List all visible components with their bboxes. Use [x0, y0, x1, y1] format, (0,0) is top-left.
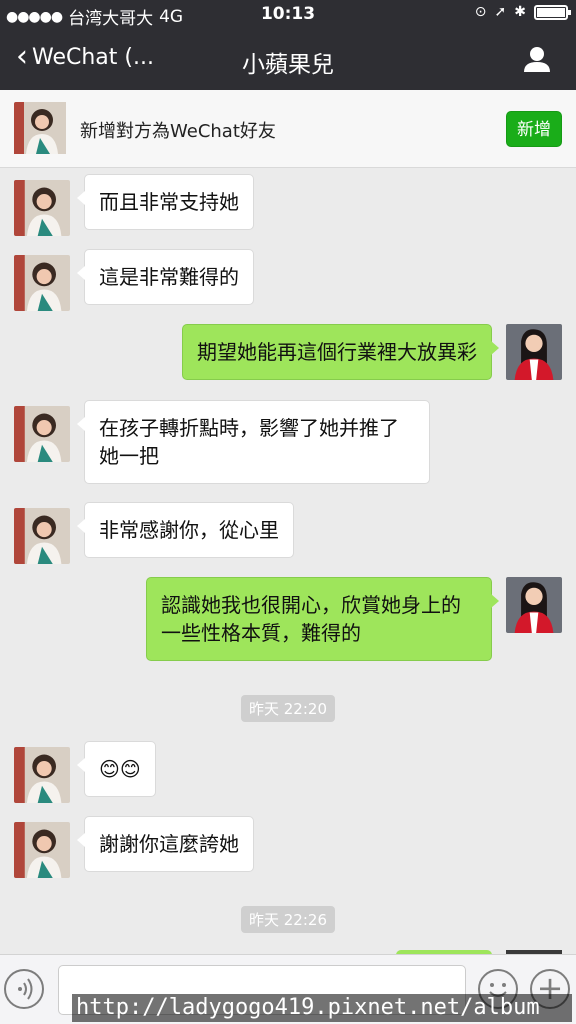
- watermark-text: http://ladygogo419.pixnet.net/album: [72, 994, 572, 1022]
- bluetooth-icon: ✱: [514, 4, 526, 20]
- location-icon: ➚: [494, 4, 507, 20]
- voice-icon[interactable]: [4, 969, 44, 1009]
- battery-icon: [534, 4, 571, 20]
- add-friend-text: 新增對方為WeChat好友: [80, 121, 276, 142]
- message-bubble[interactable]: 😊😊: [77, 741, 156, 797]
- contact-avatar[interactable]: [14, 255, 70, 311]
- contact-avatar[interactable]: [14, 822, 70, 878]
- contact-avatar[interactable]: [14, 180, 70, 236]
- contact-avatar[interactable]: [14, 406, 70, 462]
- self-avatar[interactable]: [506, 324, 562, 380]
- contact-avatar[interactable]: [14, 747, 70, 803]
- contact-avatar[interactable]: [14, 508, 70, 564]
- message-bubble[interactable]: 這是非常難得的: [77, 249, 254, 305]
- message-bubble[interactable]: 非常感謝你，從心里: [77, 502, 294, 558]
- chat-area[interactable]: 而且非常支持她 這是非常難得的 期望她能再這個行業裡大放異彩 在孩子轉折點時，影…: [0, 168, 576, 954]
- profile-icon[interactable]: [522, 44, 552, 74]
- status-bar: ●●●●● 台湾大哥大 4G 10:13 ⊙ ➚ ✱: [0, 0, 576, 30]
- add-friend-button[interactable]: 新增: [506, 111, 562, 147]
- message-bubble[interactable]: 在孩子轉折點時，影響了她并推了她一把: [77, 400, 430, 484]
- message-bubble[interactable]: 期望她能再這個行業裡大放異彩: [182, 324, 499, 380]
- chat-title: 小蘋果兒: [242, 52, 334, 78]
- self-avatar[interactable]: [506, 577, 562, 633]
- add-friend-banner: 新增對方為WeChat好友 新增: [0, 90, 576, 168]
- message-bubble[interactable]: 認識她我也很開心，欣賞她身上的一些性格本質，難得的: [146, 577, 499, 661]
- message-bubble[interactable]: 謝謝你這麼誇她: [77, 816, 254, 872]
- rotation-lock-icon: ⊙: [474, 4, 487, 20]
- timestamp-label: 昨天 22:20: [241, 695, 335, 722]
- nav-bar: ‹ WeChat (... 小蘋果兒: [0, 30, 576, 90]
- message-bubble[interactable]: 而且非常支持她: [77, 174, 254, 230]
- timestamp-label: 昨天 22:26: [241, 906, 335, 933]
- contact-avatar: [14, 102, 70, 158]
